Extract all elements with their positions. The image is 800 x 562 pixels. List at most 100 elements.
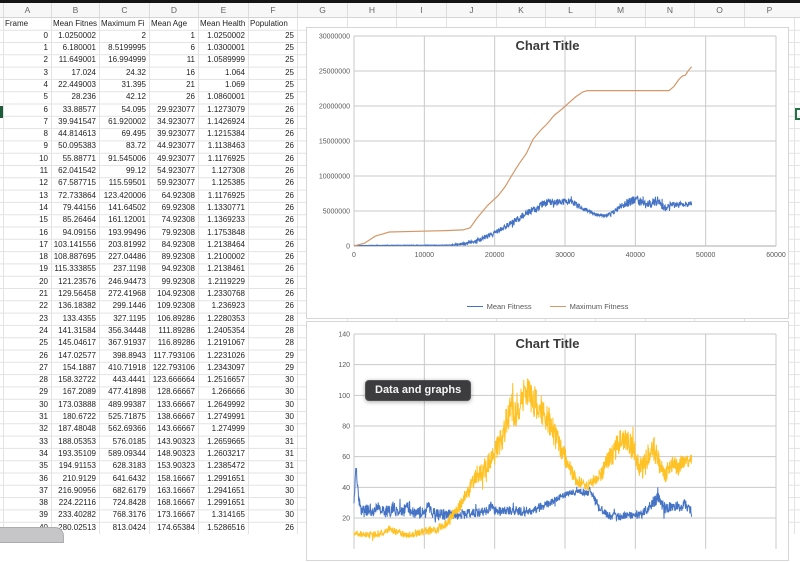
cell[interactable]: 6	[149, 42, 195, 54]
cell[interactable]: 33	[3, 436, 48, 448]
cell[interactable]: 180.6722	[51, 411, 96, 423]
cell[interactable]: 83.72	[99, 140, 146, 152]
cell[interactable]: 32	[3, 423, 48, 435]
series-line-blue-series[interactable]	[354, 468, 692, 523]
cell[interactable]: 30	[248, 411, 294, 423]
column-header-L[interactable]: L	[545, 3, 595, 17]
cell[interactable]: 30	[248, 423, 294, 435]
cell[interactable]: 25	[248, 67, 294, 79]
cell[interactable]: 1.1369233	[198, 214, 245, 226]
cell[interactable]: 443.4441	[99, 374, 146, 386]
cell[interactable]: 682.6179	[99, 485, 146, 497]
column-header-A[interactable]: A	[3, 3, 51, 17]
cell[interactable]: 193.35109	[51, 448, 96, 460]
cell[interactable]: 12	[3, 177, 48, 189]
cell[interactable]: 123.420006	[99, 190, 146, 202]
cell[interactable]: 26	[248, 214, 294, 226]
cell[interactable]: 589.09344	[99, 448, 146, 460]
cell[interactable]: 188.05353	[51, 436, 96, 448]
cell[interactable]: 1.2280353	[198, 313, 245, 325]
cell[interactable]: 477.41898	[99, 386, 146, 398]
cell[interactable]: 237.1198	[99, 263, 146, 275]
cell[interactable]: 106.89286	[149, 313, 195, 325]
column-header-K[interactable]: K	[496, 3, 545, 17]
cell[interactable]: 1.064	[198, 67, 245, 79]
cell[interactable]: 26	[248, 177, 294, 189]
cell[interactable]: 99.92308	[149, 276, 195, 288]
cell[interactable]: 1.2991651	[198, 497, 245, 509]
cell[interactable]: 1.2749991	[198, 411, 245, 423]
cell[interactable]: 194.91153	[51, 460, 96, 472]
cell[interactable]: 28	[248, 325, 294, 337]
cell[interactable]: 1.0250002	[198, 30, 245, 42]
cell[interactable]: 84.92308	[149, 239, 195, 251]
cell[interactable]: 89.92308	[149, 251, 195, 263]
cell[interactable]: 30	[248, 473, 294, 485]
cell[interactable]: 3	[3, 67, 48, 79]
cell[interactable]: 30	[248, 399, 294, 411]
chart-1[interactable]: Chart Title Mean Fitness Maximum Fitness…	[306, 27, 789, 319]
cell[interactable]: 17.024	[51, 67, 96, 79]
cell[interactable]: 1.1176925	[198, 190, 245, 202]
cell[interactable]: 1.125385	[198, 177, 245, 189]
cell[interactable]: 1.127308	[198, 165, 245, 177]
cell[interactable]: 38	[3, 497, 48, 509]
cell[interactable]: 6	[3, 104, 48, 116]
cell[interactable]: 29	[248, 362, 294, 374]
cell[interactable]: 356.34448	[99, 325, 146, 337]
cell[interactable]: 25	[248, 79, 294, 91]
cell[interactable]: 50.095383	[51, 140, 96, 152]
cell[interactable]: 1.266666	[198, 386, 245, 398]
column-header-G[interactable]: G	[297, 3, 347, 17]
cell[interactable]: 44.814613	[51, 128, 96, 140]
cell[interactable]: 94.09156	[51, 227, 96, 239]
cell[interactable]: 193.99496	[99, 227, 146, 239]
cell[interactable]: 26	[248, 190, 294, 202]
cell[interactable]: 35	[3, 460, 48, 472]
cell[interactable]: 1.5286516	[198, 522, 245, 534]
cell[interactable]: 216.90956	[51, 485, 96, 497]
cell[interactable]: 26	[248, 153, 294, 165]
column-header-P[interactable]: P	[744, 3, 794, 17]
cell[interactable]: 1.0300001	[198, 42, 245, 54]
cell[interactable]: 133.4355	[51, 313, 96, 325]
cell[interactable]: 44.923077	[149, 140, 195, 152]
cell[interactable]: 129.56458	[51, 288, 96, 300]
cell[interactable]: 67.587715	[51, 177, 96, 189]
cell[interactable]: 153.90323	[149, 460, 195, 472]
cell[interactable]: 143.90323	[149, 436, 195, 448]
cell[interactable]: 1.2231026	[198, 350, 245, 362]
cell[interactable]: 1.0860001	[198, 91, 245, 103]
cell[interactable]: 7	[3, 116, 48, 128]
column-header-B[interactable]: B	[51, 3, 99, 17]
cell[interactable]: 1.236923	[198, 300, 245, 312]
cell[interactable]: 187.48048	[51, 423, 96, 435]
cell[interactable]: 13	[3, 190, 48, 202]
cell[interactable]: 26	[248, 288, 294, 300]
cell[interactable]: 54.923077	[149, 165, 195, 177]
cell[interactable]: 14	[3, 202, 48, 214]
cell[interactable]: 1.2138461	[198, 263, 245, 275]
cell[interactable]: 16	[149, 67, 195, 79]
cell[interactable]: 154.1887	[51, 362, 96, 374]
cell[interactable]: 121.23576	[51, 276, 96, 288]
cell[interactable]: 1	[149, 30, 195, 42]
cell[interactable]: 31	[248, 460, 294, 472]
cell[interactable]: 29	[3, 386, 48, 398]
cell[interactable]: 224.22116	[51, 497, 96, 509]
cell[interactable]: 525.71875	[99, 411, 146, 423]
cell[interactable]: 1	[3, 42, 48, 54]
cell[interactable]: 28	[248, 337, 294, 349]
cell[interactable]: 1.0589999	[198, 54, 245, 66]
cell[interactable]: 161.12001	[99, 214, 146, 226]
cell[interactable]: 24.32	[99, 67, 146, 79]
cell[interactable]: 1.1753848	[198, 227, 245, 239]
cell[interactable]: 61.920002	[99, 116, 146, 128]
cell[interactable]: 15	[3, 214, 48, 226]
cell[interactable]: 42.12	[99, 91, 146, 103]
cell[interactable]: 94.92308	[149, 263, 195, 275]
cell[interactable]: 1.2516657	[198, 374, 245, 386]
cell[interactable]: 28	[3, 374, 48, 386]
cell[interactable]: 20	[3, 276, 48, 288]
cell[interactable]: 30	[248, 509, 294, 521]
